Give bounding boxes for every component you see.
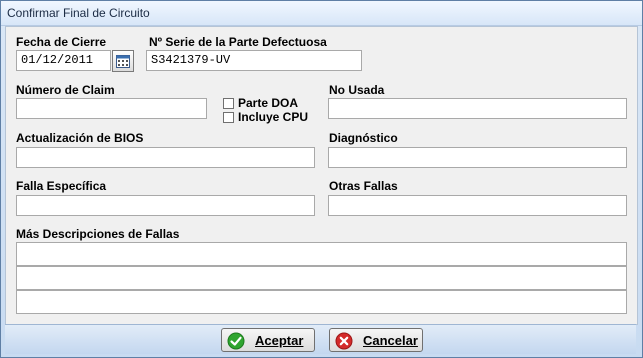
serie-input[interactable]: S3421379-UV bbox=[146, 50, 362, 71]
diagnostico-input[interactable] bbox=[328, 147, 627, 168]
accept-label: Aceptar bbox=[255, 333, 304, 348]
accept-button[interactable]: Aceptar bbox=[221, 328, 315, 352]
mas-descripciones-line-1[interactable] bbox=[16, 242, 627, 266]
title-bar[interactable]: Confirmar Final de Circuito bbox=[1, 1, 642, 26]
calendar-button[interactable] bbox=[112, 50, 134, 72]
bios-input[interactable] bbox=[16, 147, 315, 168]
window-title: Confirmar Final de Circuito bbox=[7, 6, 150, 20]
no-usada-input[interactable] bbox=[328, 98, 627, 119]
fecha-cierre-input[interactable]: 01/12/2011 bbox=[16, 50, 111, 71]
falla-label: Falla Específica bbox=[16, 179, 107, 193]
no-usada-label: No Usada bbox=[329, 83, 385, 97]
claim-label: Número de Claim bbox=[16, 83, 115, 97]
mas-descripciones-line-3[interactable] bbox=[16, 290, 627, 314]
cancel-button[interactable]: Cancelar bbox=[329, 328, 423, 352]
mas-descripciones-label: Más Descripciones de Fallas bbox=[16, 227, 180, 241]
checkmark-icon bbox=[227, 332, 245, 353]
otras-input[interactable] bbox=[328, 195, 627, 216]
diagnostico-label: Diagnóstico bbox=[329, 131, 398, 145]
cancel-label: Cancelar bbox=[363, 333, 418, 348]
close-icon bbox=[335, 332, 353, 353]
bios-label: Actualización de BIOS bbox=[16, 131, 144, 145]
incluye-cpu-label[interactable]: Incluye CPU bbox=[238, 110, 308, 124]
fecha-cierre-label: Fecha de Cierre bbox=[16, 35, 107, 49]
claim-input[interactable] bbox=[16, 98, 207, 119]
incluye-cpu-checkbox[interactable] bbox=[223, 112, 234, 123]
serie-label: Nº Serie de la Parte Defectuosa bbox=[149, 35, 327, 49]
parte-doa-checkbox[interactable] bbox=[223, 98, 234, 109]
parte-doa-label[interactable]: Parte DOA bbox=[238, 96, 298, 110]
falla-input[interactable] bbox=[16, 195, 315, 216]
button-bar bbox=[5, 324, 636, 354]
otras-label: Otras Fallas bbox=[329, 179, 398, 193]
dialog-window: Confirmar Final de Circuito Fecha de Cie… bbox=[0, 0, 643, 358]
mas-descripciones-line-2[interactable] bbox=[16, 266, 627, 290]
